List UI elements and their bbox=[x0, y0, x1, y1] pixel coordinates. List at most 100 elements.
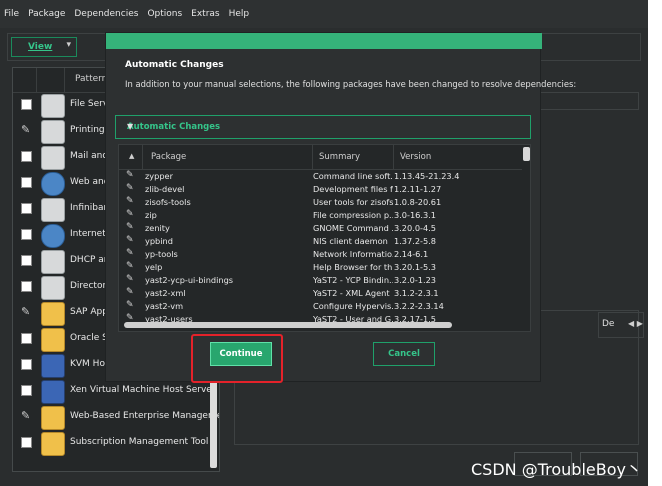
autoinstall-status-icon[interactable]: ✎ bbox=[126, 248, 134, 258]
globe-icon bbox=[41, 224, 65, 248]
view-menu-button[interactable]: View ▾ bbox=[11, 37, 77, 57]
autoinstall-status-icon[interactable]: ✎ bbox=[126, 209, 134, 219]
table-row[interactable]: ✎ yast2-xml YaST2 - XML Agent 3.1.2-2.3.… bbox=[119, 287, 522, 300]
package-version: 3.20.1-5.3 bbox=[394, 262, 437, 272]
table-row[interactable]: ✎ zip File compression p... 3.0-16.3.1 bbox=[119, 209, 522, 222]
pattern-checkbox[interactable] bbox=[21, 99, 32, 110]
dialog-title: Automatic Changes bbox=[125, 60, 224, 70]
pattern-label: Xen Virtual Machine Host Server bbox=[70, 385, 216, 395]
package-version: 3.1.2-2.3.1 bbox=[394, 288, 439, 298]
tab-scroll-arrows-icon[interactable]: ◀ ▶ bbox=[628, 319, 643, 328]
package-name: zlib-devel bbox=[145, 184, 185, 194]
pattern-checkbox[interactable] bbox=[21, 203, 32, 214]
cancel-button[interactable]: Cancel bbox=[373, 342, 435, 366]
table-row[interactable]: ✎ zisofs-tools User tools for zisofs 1.0… bbox=[119, 196, 522, 209]
package-summary: Help Browser for th... bbox=[313, 262, 393, 272]
table-row[interactable]: ✎ zlib-devel Development files f... 1.2.… bbox=[119, 183, 522, 196]
table-row[interactable]: ✎ ypbind NIS client daemon 1.37.2-5.8 bbox=[119, 235, 522, 248]
autoinstall-status-icon[interactable]: ✎ bbox=[126, 222, 134, 232]
summary-column-header[interactable]: Summary bbox=[313, 145, 394, 169]
table-horizontal-scrollbar[interactable] bbox=[124, 322, 452, 328]
pattern-checkbox[interactable] bbox=[21, 177, 32, 188]
package-summary: Development files f... bbox=[313, 184, 393, 194]
file-server-icon bbox=[41, 94, 65, 118]
table-row[interactable]: ✎ zenity GNOME Command ... 3.20.0-4.5 bbox=[119, 222, 522, 235]
package-summary: File compression p... bbox=[313, 210, 393, 220]
autoinstall-status-icon[interactable]: ✎ bbox=[126, 287, 134, 297]
autoinstall-status-icon[interactable]: ✎ bbox=[126, 261, 134, 271]
menu-file[interactable]: File bbox=[4, 9, 19, 19]
pattern-checkbox[interactable] bbox=[21, 437, 32, 448]
menu-bar: File Package Dependencies Options Extras… bbox=[0, 0, 648, 28]
version-column-header[interactable]: Version bbox=[394, 145, 522, 169]
mail-icon bbox=[41, 146, 65, 170]
menu-options[interactable]: Options bbox=[147, 9, 182, 19]
package-name: yp-tools bbox=[145, 249, 178, 259]
pattern-checkbox[interactable] bbox=[21, 333, 32, 344]
pattern-checkbox[interactable] bbox=[21, 229, 32, 240]
chevron-down-icon: ▼ bbox=[127, 122, 134, 131]
pattern-checkbox[interactable] bbox=[21, 359, 32, 370]
pattern-checkbox[interactable] bbox=[21, 255, 32, 266]
dhcp-icon bbox=[41, 250, 65, 274]
autoinstall-status-icon[interactable]: ✎ bbox=[126, 274, 134, 284]
menu-dependencies[interactable]: Dependencies bbox=[74, 9, 138, 19]
table-row[interactable]: ✎ yast2-ycp-ui-bindings YaST2 - YCP Bind… bbox=[119, 274, 522, 287]
table-row[interactable]: ✎ zypper Command line soft... 1.13.45-21… bbox=[119, 170, 522, 183]
package-column-header[interactable]: Package bbox=[143, 145, 313, 169]
package-version: 1.37.2-5.8 bbox=[394, 236, 437, 246]
package-name: yast2-ycp-ui-bindings bbox=[145, 275, 234, 285]
installed-status-icon[interactable]: ✎ bbox=[21, 409, 35, 423]
autoinstall-status-icon[interactable]: ✎ bbox=[126, 183, 134, 193]
package-icon bbox=[41, 302, 65, 326]
dialog-title-bar bbox=[106, 33, 542, 49]
package-name: yast2-vm bbox=[145, 301, 184, 311]
table-row[interactable]: ✎ yelp Help Browser for th... 3.20.1-5.3 bbox=[119, 261, 522, 274]
filter-combobox[interactable]: Automatic Changes ▼ bbox=[115, 115, 531, 139]
package-version: 3.2.0-1.23 bbox=[394, 275, 437, 285]
package-version: 1.0.8-20.61 bbox=[394, 197, 442, 207]
table-row[interactable]: ✎ yp-tools Network Informatio... 2.14-6.… bbox=[119, 248, 522, 261]
status-column-header[interactable]: ▲ bbox=[119, 145, 143, 169]
pattern-label: DHCP an bbox=[70, 255, 110, 265]
menu-package[interactable]: Package bbox=[28, 9, 65, 19]
pattern-row[interactable]: ✎ Web-Based Enterprise Management bbox=[13, 404, 219, 430]
table-header: ▲ Package Summary Version bbox=[119, 145, 522, 170]
pattern-label: Printing bbox=[70, 125, 105, 135]
menu-extras[interactable]: Extras bbox=[191, 9, 219, 19]
package-summary: Network Informatio... bbox=[313, 249, 393, 259]
autoinstall-status-icon[interactable]: ✎ bbox=[126, 170, 134, 180]
details-tab[interactable]: De ◀ ▶ bbox=[598, 312, 644, 338]
installed-status-icon[interactable]: ✎ bbox=[21, 123, 35, 137]
pattern-checkbox[interactable] bbox=[21, 385, 32, 396]
directory-icon bbox=[41, 276, 65, 300]
table-vertical-scrollbar[interactable] bbox=[523, 147, 530, 161]
pattern-column-header[interactable]: Pattern bbox=[75, 74, 107, 84]
icon-column-header[interactable] bbox=[36, 68, 65, 92]
automatic-changes-dialog: Automatic Changes In addition to your ma… bbox=[105, 32, 576, 382]
package-icon bbox=[41, 328, 65, 352]
installed-status-icon[interactable]: ✎ bbox=[21, 305, 35, 319]
package-summary: YaST2 - XML Agent bbox=[313, 288, 390, 298]
pattern-checkbox[interactable] bbox=[21, 151, 32, 162]
package-version: 2.14-6.1 bbox=[394, 249, 429, 259]
package-name: ypbind bbox=[145, 236, 173, 246]
pattern-checkbox[interactable] bbox=[21, 281, 32, 292]
package-version: 3.20.0-4.5 bbox=[394, 223, 437, 233]
status-column-header[interactable] bbox=[13, 68, 37, 92]
package-name: zenity bbox=[145, 223, 170, 233]
table-row[interactable]: ✎ yast2-vm Configure Hypervis... 3.2.2-2… bbox=[119, 300, 522, 313]
package-summary: YaST2 - YCP Bindin... bbox=[313, 275, 393, 285]
autoinstall-status-icon[interactable]: ✎ bbox=[126, 196, 134, 206]
menu-help[interactable]: Help bbox=[229, 9, 250, 19]
package-name: zisofs-tools bbox=[145, 197, 191, 207]
changed-packages-table: ▲ Package Summary Version ✎ zypper Comma… bbox=[118, 144, 531, 332]
pattern-row[interactable]: Subscription Management Tool bbox=[13, 430, 213, 456]
pattern-label: Mail and bbox=[70, 151, 109, 161]
package-name: zip bbox=[145, 210, 157, 220]
view-label: View bbox=[28, 42, 53, 52]
autoinstall-status-icon[interactable]: ✎ bbox=[126, 300, 134, 310]
pattern-label: Web-Based Enterprise Management bbox=[70, 411, 220, 421]
details-tab-label: De bbox=[602, 319, 615, 329]
autoinstall-status-icon[interactable]: ✎ bbox=[126, 235, 134, 245]
